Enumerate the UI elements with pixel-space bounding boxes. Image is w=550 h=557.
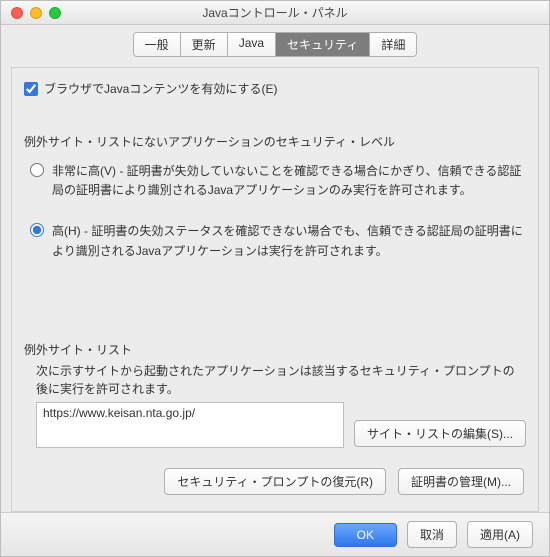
radio-high-label: 高(H) - 証明書の失効ステータスを確認できない場合でも、信頼できる認証局の証… (52, 222, 526, 260)
radio-very-high-label: 非常に高(V) - 証明書が失効していないことを確認できる場合にかぎり、信頼でき… (52, 162, 526, 200)
dialog-footer: OK 取消 適用(A) (1, 512, 549, 556)
security-panel: ブラウザでJavaコンテンツを有効にする(E) 例外サイト・リストにないアプリケ… (11, 67, 539, 512)
radio-high[interactable] (30, 223, 44, 237)
edit-site-list-button[interactable]: サイト・リストの編集(S)... (354, 420, 526, 447)
security-level-header: 例外サイト・リストにないアプリケーションのセキュリティ・レベル (24, 133, 526, 150)
tab-security[interactable]: セキュリティ (276, 33, 370, 56)
enable-browser-label: ブラウザでJavaコンテンツを有効にする(E) (44, 80, 277, 97)
manage-certs-button[interactable]: 証明書の管理(M)... (398, 468, 524, 495)
tabbar: 一般 更新 Java セキュリティ 詳細 (1, 32, 549, 57)
cancel-button[interactable]: 取消 (407, 521, 457, 548)
apply-button[interactable]: 適用(A) (467, 521, 533, 548)
radio-very-high[interactable] (30, 163, 44, 177)
radio-very-high-row[interactable]: 非常に高(V) - 証明書が失効していないことを確認できる場合にかぎり、信頼でき… (24, 162, 526, 200)
exception-list-header: 例外サイト・リスト (24, 341, 526, 358)
enable-browser-row[interactable]: ブラウザでJavaコンテンツを有効にする(E) (24, 80, 526, 97)
enable-browser-checkbox[interactable] (24, 82, 38, 96)
exception-site-list[interactable]: https://www.keisan.nta.go.jp/ (36, 402, 344, 448)
exception-site-item[interactable]: https://www.keisan.nta.go.jp/ (43, 406, 337, 420)
tab-java[interactable]: Java (228, 33, 276, 56)
ok-button[interactable]: OK (334, 523, 397, 547)
window-title: Javaコントロール・パネル (1, 4, 549, 21)
tab-update[interactable]: 更新 (181, 33, 228, 56)
titlebar: Javaコントロール・パネル (1, 1, 549, 25)
tab-advanced[interactable]: 詳細 (370, 33, 416, 56)
tab-general[interactable]: 一般 (134, 33, 181, 56)
exception-list-desc: 次に示すサイトから起動されたアプリケーションは該当するセキュリティ・プロンプトの… (36, 362, 526, 398)
radio-high-row[interactable]: 高(H) - 証明書の失効ステータスを確認できない場合でも、信頼できる認証局の証… (24, 222, 526, 260)
restore-prompts-button[interactable]: セキュリティ・プロンプトの復元(R) (164, 468, 386, 495)
security-level-group: 非常に高(V) - 証明書が失効していないことを確認できる場合にかぎり、信頼でき… (24, 162, 526, 261)
